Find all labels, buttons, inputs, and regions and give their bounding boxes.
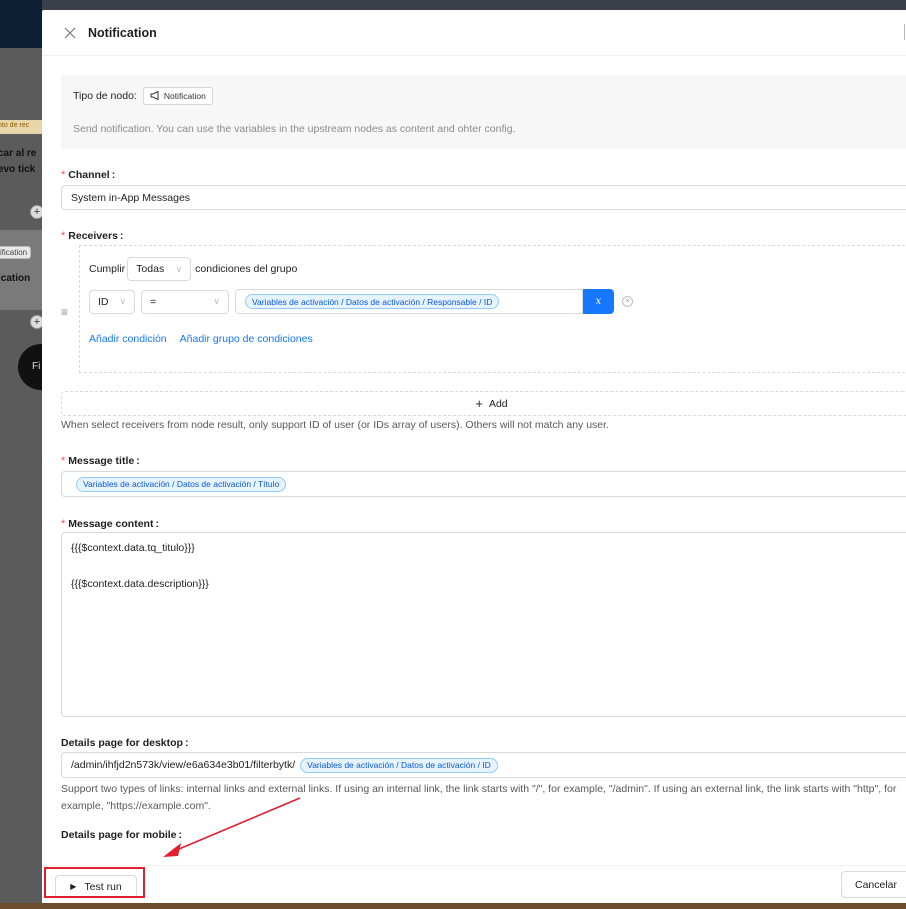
- annotation-arrow: [163, 797, 301, 857]
